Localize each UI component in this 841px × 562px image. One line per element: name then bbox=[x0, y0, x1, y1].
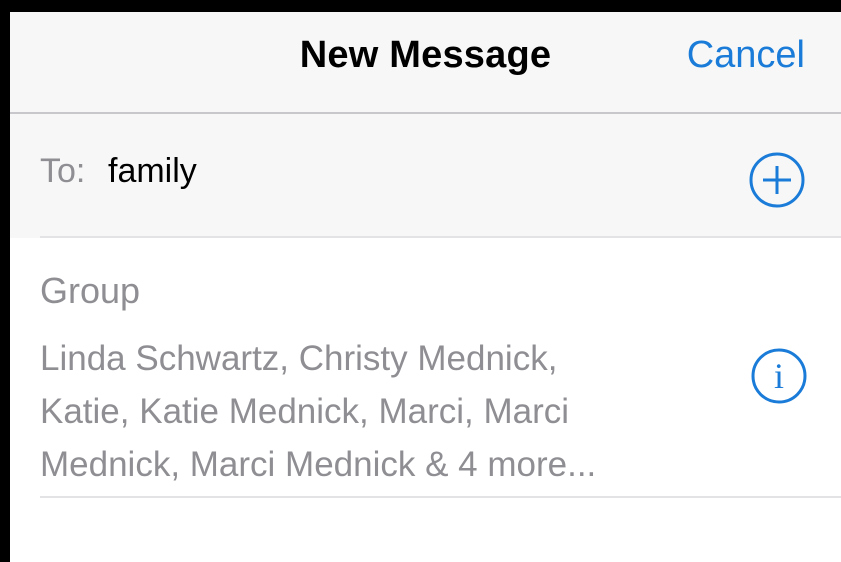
group-suggestion[interactable]: Group Linda Schwartz, Christy Mednick, K… bbox=[10, 238, 841, 496]
add-contact-button[interactable] bbox=[747, 150, 807, 210]
to-label: To: bbox=[40, 152, 86, 190]
group-members-line: Katie, Katie Mednick, Marci, Marci bbox=[40, 392, 570, 431]
plus-circle-icon bbox=[749, 152, 805, 208]
recipient-input[interactable]: family bbox=[108, 152, 197, 191]
group-title: Group bbox=[40, 270, 141, 311]
group-members-line: Mednick, Marci Mednick & 4 more... bbox=[40, 445, 597, 484]
divider bbox=[40, 496, 841, 498]
cancel-button[interactable]: Cancel bbox=[687, 34, 805, 77]
recipient-field[interactable]: To: family bbox=[10, 114, 841, 238]
group-members-line: Linda Schwartz, Christy Mednick, bbox=[40, 339, 558, 378]
group-info-button[interactable]: i bbox=[747, 344, 811, 408]
svg-text:i: i bbox=[774, 356, 784, 396]
group-members: Linda Schwartz, Christy Mednick, Katie, … bbox=[40, 332, 720, 491]
new-message-screen: New Message Cancel To: family Group Lind… bbox=[10, 12, 841, 562]
navigation-bar: New Message Cancel bbox=[10, 12, 841, 114]
info-circle-icon: i bbox=[751, 348, 807, 404]
